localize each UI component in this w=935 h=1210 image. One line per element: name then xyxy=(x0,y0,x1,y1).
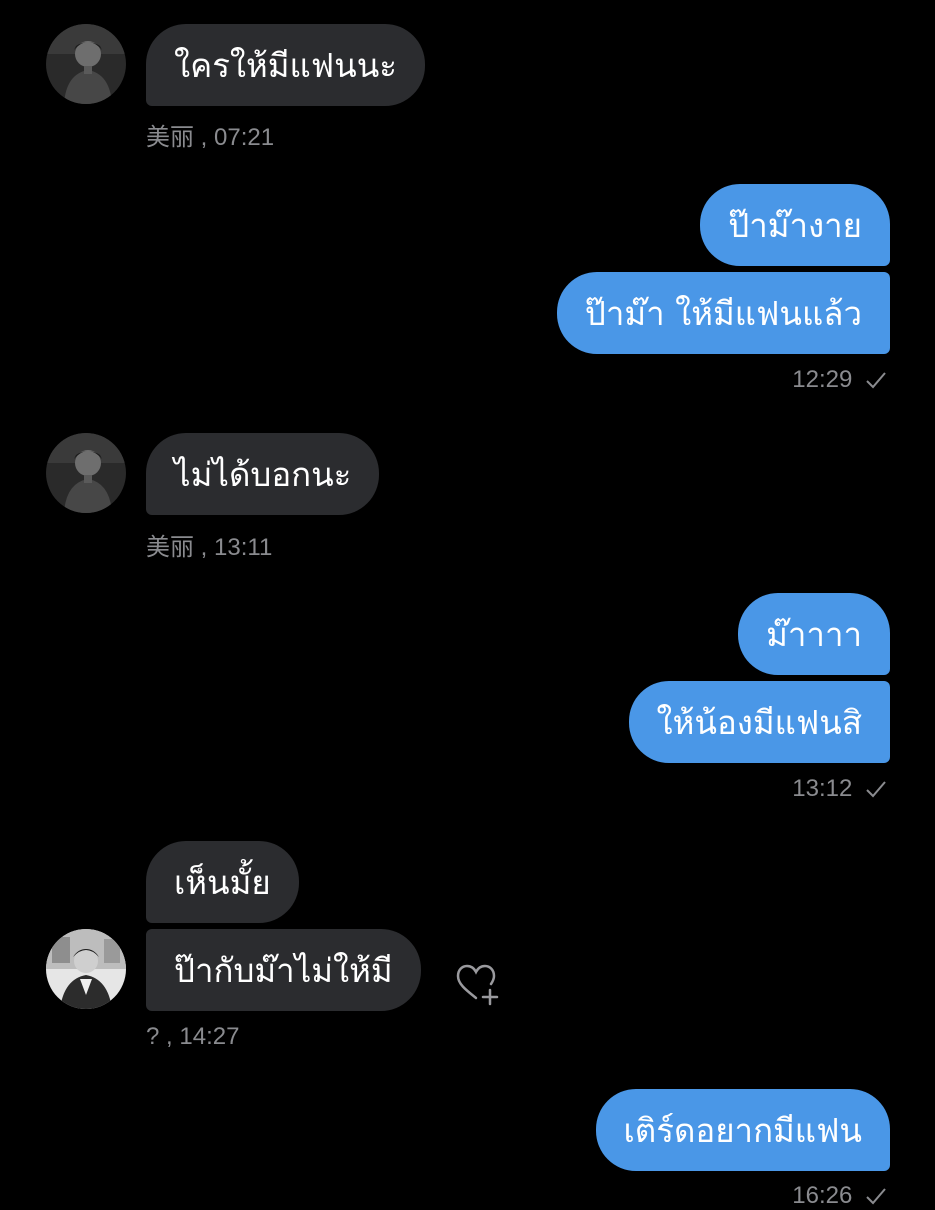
check-icon xyxy=(866,1188,886,1205)
message-time: , 07:21 xyxy=(200,124,275,151)
message-bubble-incoming[interactable]: ไม่ได้บอกนะ xyxy=(146,433,380,515)
message-bubble-outgoing[interactable]: ให้น้องมีแฟนสิ xyxy=(628,681,890,763)
sender-name: 美丽 xyxy=(146,124,194,151)
avatar-photo-icon xyxy=(46,433,126,513)
message-meta: ? , 14:27 xyxy=(146,1023,239,1051)
message-time: , 14:27 xyxy=(166,1023,240,1050)
message-time: , 13:11 xyxy=(200,534,273,561)
message-meta: 12:29 xyxy=(792,366,887,394)
message-bubble-outgoing[interactable]: ม๊าาาา xyxy=(738,593,890,675)
message-bubble-incoming[interactable]: เห็นมั้ย xyxy=(146,841,299,923)
message-time: 13:12 xyxy=(792,775,853,802)
message-bubble-outgoing[interactable]: ป๊าม๊า ให้มีแฟนแล้ว xyxy=(556,272,890,354)
message-bubble-outgoing[interactable]: ป๊าม๊างาย xyxy=(700,184,890,266)
message-meta: 13:12 xyxy=(792,775,887,803)
react-button[interactable] xyxy=(452,958,508,1014)
contact-avatar[interactable] xyxy=(46,929,126,1009)
heart-plus-icon xyxy=(456,964,499,1006)
avatar-photo-icon xyxy=(46,929,126,1009)
message-bubble-outgoing[interactable]: เติร์ดอยากมีแฟน xyxy=(595,1089,890,1171)
message-bubble-incoming[interactable]: ป๊ากับม๊าไม่ให้มี xyxy=(146,929,421,1011)
message-meta: 美丽 , 07:21 xyxy=(146,117,274,152)
contact-avatar[interactable] xyxy=(46,24,126,104)
message-meta: 16:26 xyxy=(792,1182,887,1210)
sender-name: ? xyxy=(146,1023,160,1050)
contact-avatar[interactable] xyxy=(46,433,126,513)
message-bubble-incoming[interactable]: ใครให้มีแฟนนะ xyxy=(146,24,426,106)
message-meta: 美丽 , 13:11 xyxy=(146,527,272,562)
message-time: 16:26 xyxy=(792,1182,853,1209)
check-icon xyxy=(866,372,886,389)
check-icon xyxy=(866,781,886,798)
sender-name: 美丽 xyxy=(146,534,194,561)
message-time: 12:29 xyxy=(792,366,853,393)
avatar-photo-icon xyxy=(46,24,126,104)
